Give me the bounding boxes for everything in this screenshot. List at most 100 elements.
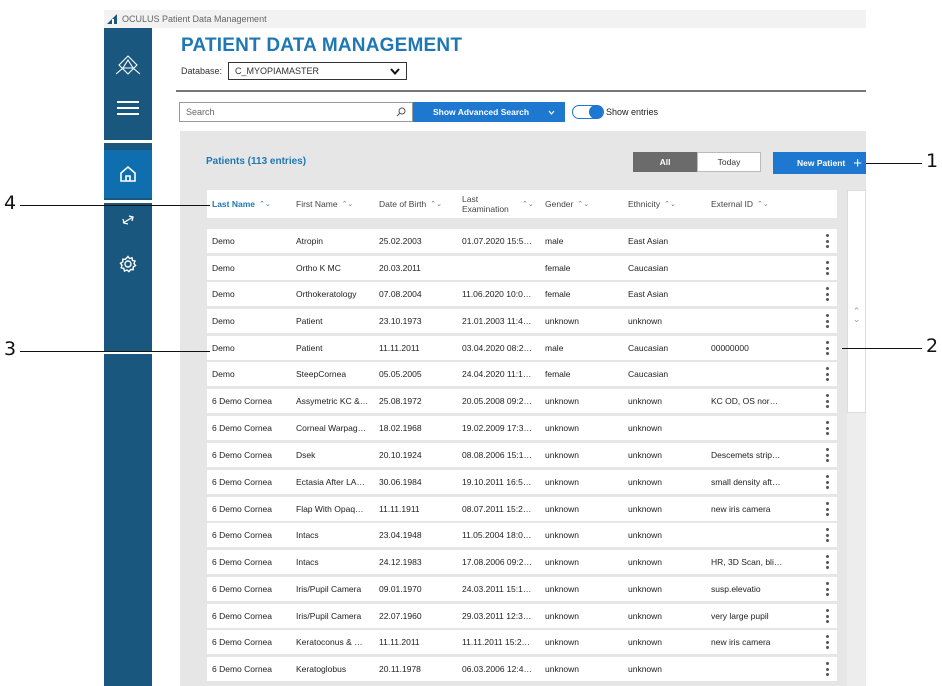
filter-today-button[interactable]: Today (697, 152, 761, 172)
row-menu-icon[interactable] (823, 527, 831, 543)
row-menu-icon[interactable] (823, 393, 831, 409)
transfer-icon[interactable] (104, 201, 152, 239)
table-cell: 08.08.2006 15:1… (462, 450, 532, 460)
table-cell (711, 523, 811, 547)
row-menu-icon[interactable] (823, 447, 831, 463)
advanced-search-button[interactable]: Show Advanced Search (413, 102, 565, 122)
column-header[interactable]: Ethnicity ⌃⌄ (628, 190, 676, 218)
row-menu-icon[interactable] (823, 420, 831, 436)
table-row[interactable]: 6 Demo Cornea Iris/Pupil Camera 22.07.1960… (207, 604, 837, 628)
table-row[interactable]: 6 Demo Cornea Corneal Warpag… 18.02.1968 19… (207, 416, 837, 440)
table-cell: Demo (212, 236, 235, 246)
menu-icon[interactable] (104, 89, 152, 127)
row-menu-icon[interactable] (823, 661, 831, 677)
window-titlebar: OCULUS Patient Data Management (104, 10, 866, 28)
search-row: Search Show Advanced Search Show entries (179, 102, 658, 122)
table-cell (711, 229, 811, 253)
row-menu-icon[interactable] (823, 501, 831, 517)
table-row[interactable]: 6 Demo Cornea Intacs 24.12.1983 17.08.2006 … (207, 550, 837, 574)
app-logo-icon (106, 13, 118, 25)
table-row[interactable]: 6 Demo Cornea Flap With Opaq… 11.11.1911 08… (207, 497, 837, 521)
table-row[interactable]: Demo SteepCornea 05.05.2005 24.04.2020 11:1… (207, 362, 837, 386)
row-menu-icon[interactable] (823, 340, 831, 356)
table-cell: 19.10.2011 16:5… (462, 477, 532, 487)
table-cell: 18.02.1968 (379, 423, 422, 433)
table-cell: unknown (545, 557, 580, 567)
table-row[interactable]: 6 Demo Cornea Assymetric KC &… 25.08.1972 2… (207, 389, 837, 413)
table-cell: 24.12.1983 (379, 557, 422, 567)
table-cell: unknown (545, 664, 580, 674)
database-label: Database: (181, 66, 223, 76)
table-row[interactable]: 6 Demo Cornea Iris/Pupil Camera 09.01.1970… (207, 577, 837, 601)
filter-toggle: All Today (633, 152, 761, 172)
table-cell: female (545, 289, 571, 299)
row-menu-icon[interactable] (823, 313, 831, 329)
search-input[interactable]: Search (179, 102, 413, 122)
table-cell: Keratoconus & … (296, 637, 363, 647)
table-cell: Flap With Opaq… (296, 504, 364, 514)
column-header[interactable]: Gender ⌃⌄ (545, 190, 589, 218)
table-cell: Intacs (296, 557, 319, 567)
table-cell: East Asian (628, 289, 669, 299)
table-row[interactable]: 6 Demo Cornea Ectasia After LA… 30.06.1984… (207, 470, 837, 494)
row-menu-icon[interactable] (823, 581, 831, 597)
database-select[interactable]: C_MYOPIAMASTER (228, 62, 408, 80)
row-menu-icon[interactable] (823, 634, 831, 650)
table-row[interactable]: Demo Patient 11.11.2011 03.04.2020 08:2… mal… (207, 336, 837, 360)
row-menu-icon[interactable] (823, 366, 831, 382)
table-row[interactable]: Demo Atropin 25.02.2003 01.07.2020 15:5… mal… (207, 229, 837, 253)
table-cell: female (545, 369, 571, 379)
table-cell: 11.05.2004 18:0… (462, 530, 532, 540)
new-patient-button[interactable]: New Patient + (773, 152, 866, 174)
table-cell: Demo (212, 316, 235, 326)
row-menu-icon[interactable] (823, 260, 831, 276)
column-header[interactable]: External ID ⌃⌄ (711, 190, 769, 218)
row-menu-icon[interactable] (823, 233, 831, 249)
column-header[interactable]: Date of Birth ⌃⌄ (379, 190, 442, 218)
table-row[interactable]: 6 Demo Cornea Keratoconus & … 11.11.2011 11… (207, 630, 837, 654)
table-cell: Atropin (296, 236, 323, 246)
table-cell: 29.03.2011 12:3… (462, 611, 532, 621)
table-cell: unknown (628, 530, 663, 540)
table-cell: unknown (545, 504, 580, 514)
table-cell: unknown (545, 637, 580, 647)
table-cell: HR, 3D Scan, bli… (711, 557, 783, 567)
table-cell: unknown (628, 423, 663, 433)
table-cell: unknown (545, 584, 580, 594)
table-cell: 30.06.1984 (379, 477, 422, 487)
table-cell: unknown (628, 664, 663, 674)
row-menu-icon[interactable] (823, 554, 831, 570)
table-cell: 25.08.1972 (379, 396, 422, 406)
table-cell: Orthokeratology (296, 289, 357, 299)
table-row[interactable]: 6 Demo Cornea Intacs 23.04.1948 11.05.2004 … (207, 523, 837, 547)
table-cell: Corneal Warpag… (296, 423, 367, 433)
table-cell: 6 Demo Cornea (212, 664, 273, 674)
table-row[interactable]: 6 Demo Cornea Keratoglobus 20.11.1978 06.03… (207, 657, 837, 681)
table-cell: unknown (545, 450, 580, 460)
table-row[interactable]: Demo Ortho K MC 20.03.2011 female Caucasian (207, 256, 837, 280)
table-cell: 03.04.2020 08:2… (462, 343, 532, 353)
row-menu-icon[interactable] (823, 608, 831, 624)
row-menu-icon[interactable] (823, 286, 831, 302)
table-cell: Iris/Pupil Camera (296, 611, 362, 621)
database-row: Database: C_MYOPIAMASTER (181, 62, 408, 80)
settings-icon[interactable] (104, 245, 152, 283)
callout-line-3 (20, 351, 210, 352)
table-cell: 6 Demo Cornea (212, 584, 273, 594)
table-row[interactable]: Demo Orthokeratology 07.08.2004 11.06.2020 … (207, 282, 837, 306)
home-icon[interactable] (104, 150, 152, 198)
table-row[interactable]: Demo Patient 23.10.1973 21.01.2003 11:4… unk… (207, 309, 837, 333)
show-entries-toggle[interactable] (572, 105, 604, 119)
table-row[interactable]: 6 Demo Cornea Dsek 20.10.1924 08.08.2006 15… (207, 443, 837, 467)
row-menu-icon[interactable] (823, 474, 831, 490)
table-cell: unknown (545, 477, 580, 487)
column-header[interactable]: First Name ⌃⌄ (296, 190, 353, 218)
column-header[interactable]: Last Examination ⌃⌄ (462, 190, 534, 218)
filter-all-button[interactable]: All (633, 152, 697, 172)
scrollbar-thumb[interactable] (847, 190, 866, 413)
table-cell: unknown (628, 504, 663, 514)
table-cell: unknown (628, 611, 663, 621)
table-cell: Patient (296, 316, 323, 326)
table-cell: East Asian (628, 236, 669, 246)
column-header[interactable]: Last Name ⌃⌄ (212, 190, 271, 218)
